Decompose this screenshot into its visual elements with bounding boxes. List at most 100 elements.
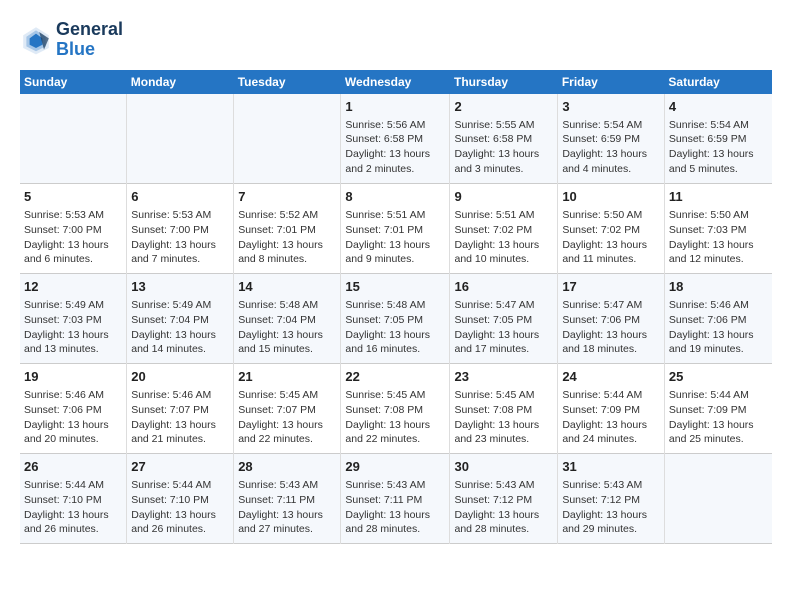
- day-number: 14: [238, 278, 336, 296]
- day-info: Sunrise: 5:51 AM Sunset: 7:01 PM Dayligh…: [345, 208, 445, 267]
- header-sunday: Sunday: [20, 70, 127, 94]
- calendar-cell: 6 Sunrise: 5:53 AM Sunset: 7:00 PM Daylig…: [127, 184, 234, 274]
- day-number: 22: [345, 368, 445, 386]
- calendar-cell: 3 Sunrise: 5:54 AM Sunset: 6:59 PM Daylig…: [558, 94, 665, 184]
- day-number: 7: [238, 188, 336, 206]
- day-number: 18: [669, 278, 768, 296]
- day-info: Sunrise: 5:48 AM Sunset: 7:04 PM Dayligh…: [238, 298, 336, 357]
- day-number: 16: [454, 278, 553, 296]
- day-info: Sunrise: 5:45 AM Sunset: 7:08 PM Dayligh…: [454, 388, 553, 447]
- calendar-cell: 25 Sunrise: 5:44 AM Sunset: 7:09 PM Dayli…: [664, 364, 772, 454]
- day-info: Sunrise: 5:46 AM Sunset: 7:06 PM Dayligh…: [24, 388, 122, 447]
- day-info: Sunrise: 5:45 AM Sunset: 7:07 PM Dayligh…: [238, 388, 336, 447]
- calendar-cell: 27 Sunrise: 5:44 AM Sunset: 7:10 PM Dayli…: [127, 454, 234, 544]
- day-info: Sunrise: 5:49 AM Sunset: 7:04 PM Dayligh…: [131, 298, 229, 357]
- calendar-week-row: 1Sunrise: 5:56 AM Sunset: 6:58 PM Daylig…: [20, 94, 772, 184]
- day-info: Sunrise: 5:54 AM Sunset: 6:59 PM Dayligh…: [562, 118, 660, 177]
- day-info: Sunrise: 5:52 AM Sunset: 7:01 PM Dayligh…: [238, 208, 336, 267]
- day-number: 3: [562, 98, 660, 116]
- day-number: 26: [24, 458, 122, 476]
- calendar-cell: [20, 94, 127, 184]
- day-number: 15: [345, 278, 445, 296]
- calendar-table: SundayMondayTuesdayWednesdayThursdayFrid…: [20, 70, 772, 545]
- day-number: 13: [131, 278, 229, 296]
- header-saturday: Saturday: [664, 70, 772, 94]
- day-number: 6: [131, 188, 229, 206]
- day-number: 30: [454, 458, 553, 476]
- calendar-header-row: SundayMondayTuesdayWednesdayThursdayFrid…: [20, 70, 772, 94]
- header-monday: Monday: [127, 70, 234, 94]
- calendar-cell: 31Sunrise: 5:43 AM Sunset: 7:12 PM Dayli…: [558, 454, 665, 544]
- calendar-cell: 4 Sunrise: 5:54 AM Sunset: 6:59 PM Daylig…: [664, 94, 772, 184]
- calendar-cell: 8 Sunrise: 5:51 AM Sunset: 7:01 PM Daylig…: [341, 184, 450, 274]
- day-number: 19: [24, 368, 122, 386]
- day-info: Sunrise: 5:53 AM Sunset: 7:00 PM Dayligh…: [24, 208, 122, 267]
- day-number: 24: [562, 368, 660, 386]
- day-info: Sunrise: 5:53 AM Sunset: 7:00 PM Dayligh…: [131, 208, 229, 267]
- calendar-cell: 2Sunrise: 5:55 AM Sunset: 6:58 PM Daylig…: [450, 94, 558, 184]
- day-info: Sunrise: 5:47 AM Sunset: 7:06 PM Dayligh…: [562, 298, 660, 357]
- day-number: 10: [562, 188, 660, 206]
- day-info: Sunrise: 5:56 AM Sunset: 6:58 PM Dayligh…: [345, 118, 445, 177]
- day-info: Sunrise: 5:43 AM Sunset: 7:11 PM Dayligh…: [345, 478, 445, 537]
- day-info: Sunrise: 5:46 AM Sunset: 7:06 PM Dayligh…: [669, 298, 768, 357]
- day-number: 23: [454, 368, 553, 386]
- day-info: Sunrise: 5:50 AM Sunset: 7:02 PM Dayligh…: [562, 208, 660, 267]
- calendar-cell: 29 Sunrise: 5:43 AM Sunset: 7:11 PM Dayli…: [341, 454, 450, 544]
- calendar-cell: 5 Sunrise: 5:53 AM Sunset: 7:00 PM Daylig…: [20, 184, 127, 274]
- day-info: Sunrise: 5:48 AM Sunset: 7:05 PM Dayligh…: [345, 298, 445, 357]
- calendar-week-row: 19 Sunrise: 5:46 AM Sunset: 7:06 PM Dayli…: [20, 364, 772, 454]
- day-number: 4: [669, 98, 768, 116]
- calendar-cell: 13 Sunrise: 5:49 AM Sunset: 7:04 PM Dayli…: [127, 274, 234, 364]
- calendar-cell: 7 Sunrise: 5:52 AM Sunset: 7:01 PM Daylig…: [234, 184, 341, 274]
- calendar-cell: 24 Sunrise: 5:44 AM Sunset: 7:09 PM Dayli…: [558, 364, 665, 454]
- day-info: Sunrise: 5:54 AM Sunset: 6:59 PM Dayligh…: [669, 118, 768, 177]
- day-number: 5: [24, 188, 122, 206]
- day-info: Sunrise: 5:44 AM Sunset: 7:10 PM Dayligh…: [24, 478, 122, 537]
- day-info: Sunrise: 5:44 AM Sunset: 7:10 PM Dayligh…: [131, 478, 229, 537]
- header-friday: Friday: [558, 70, 665, 94]
- day-number: 2: [454, 98, 553, 116]
- calendar-cell: 11 Sunrise: 5:50 AM Sunset: 7:03 PM Dayli…: [664, 184, 772, 274]
- calendar-cell: 10 Sunrise: 5:50 AM Sunset: 7:02 PM Dayli…: [558, 184, 665, 274]
- day-number: 25: [669, 368, 768, 386]
- calendar-cell: 15 Sunrise: 5:48 AM Sunset: 7:05 PM Dayli…: [341, 274, 450, 364]
- header-thursday: Thursday: [450, 70, 558, 94]
- calendar-week-row: 12 Sunrise: 5:49 AM Sunset: 7:03 PM Dayli…: [20, 274, 772, 364]
- logo: General Blue: [20, 20, 123, 60]
- page-header: General Blue: [20, 20, 772, 60]
- day-info: Sunrise: 5:51 AM Sunset: 7:02 PM Dayligh…: [454, 208, 553, 267]
- day-info: Sunrise: 5:47 AM Sunset: 7:05 PM Dayligh…: [454, 298, 553, 357]
- calendar-cell: 14 Sunrise: 5:48 AM Sunset: 7:04 PM Dayli…: [234, 274, 341, 364]
- calendar-week-row: 26 Sunrise: 5:44 AM Sunset: 7:10 PM Dayli…: [20, 454, 772, 544]
- calendar-cell: 20 Sunrise: 5:46 AM Sunset: 7:07 PM Dayli…: [127, 364, 234, 454]
- day-info: Sunrise: 5:44 AM Sunset: 7:09 PM Dayligh…: [669, 388, 768, 447]
- calendar-cell: 12 Sunrise: 5:49 AM Sunset: 7:03 PM Dayli…: [20, 274, 127, 364]
- calendar-cell: 1Sunrise: 5:56 AM Sunset: 6:58 PM Daylig…: [341, 94, 450, 184]
- calendar-cell: 28Sunrise: 5:43 AM Sunset: 7:11 PM Dayli…: [234, 454, 341, 544]
- day-number: 11: [669, 188, 768, 206]
- day-number: 9: [454, 188, 553, 206]
- day-number: 27: [131, 458, 229, 476]
- calendar-week-row: 5 Sunrise: 5:53 AM Sunset: 7:00 PM Daylig…: [20, 184, 772, 274]
- day-number: 28: [238, 458, 336, 476]
- day-info: Sunrise: 5:50 AM Sunset: 7:03 PM Dayligh…: [669, 208, 768, 267]
- calendar-cell: 26 Sunrise: 5:44 AM Sunset: 7:10 PM Dayli…: [20, 454, 127, 544]
- calendar-cell: 16 Sunrise: 5:47 AM Sunset: 7:05 PM Dayli…: [450, 274, 558, 364]
- day-info: Sunrise: 5:44 AM Sunset: 7:09 PM Dayligh…: [562, 388, 660, 447]
- day-number: 8: [345, 188, 445, 206]
- header-tuesday: Tuesday: [234, 70, 341, 94]
- day-number: 31: [562, 458, 660, 476]
- day-info: Sunrise: 5:46 AM Sunset: 7:07 PM Dayligh…: [131, 388, 229, 447]
- calendar-cell: 19 Sunrise: 5:46 AM Sunset: 7:06 PM Dayli…: [20, 364, 127, 454]
- calendar-cell: [127, 94, 234, 184]
- day-number: 29: [345, 458, 445, 476]
- calendar-cell: 30Sunrise: 5:43 AM Sunset: 7:12 PM Dayli…: [450, 454, 558, 544]
- day-number: 20: [131, 368, 229, 386]
- day-number: 12: [24, 278, 122, 296]
- logo-line1: General: [56, 20, 123, 40]
- logo-icon: [20, 24, 52, 56]
- logo-line2: Blue: [56, 40, 123, 60]
- day-info: Sunrise: 5:49 AM Sunset: 7:03 PM Dayligh…: [24, 298, 122, 357]
- calendar-cell: [664, 454, 772, 544]
